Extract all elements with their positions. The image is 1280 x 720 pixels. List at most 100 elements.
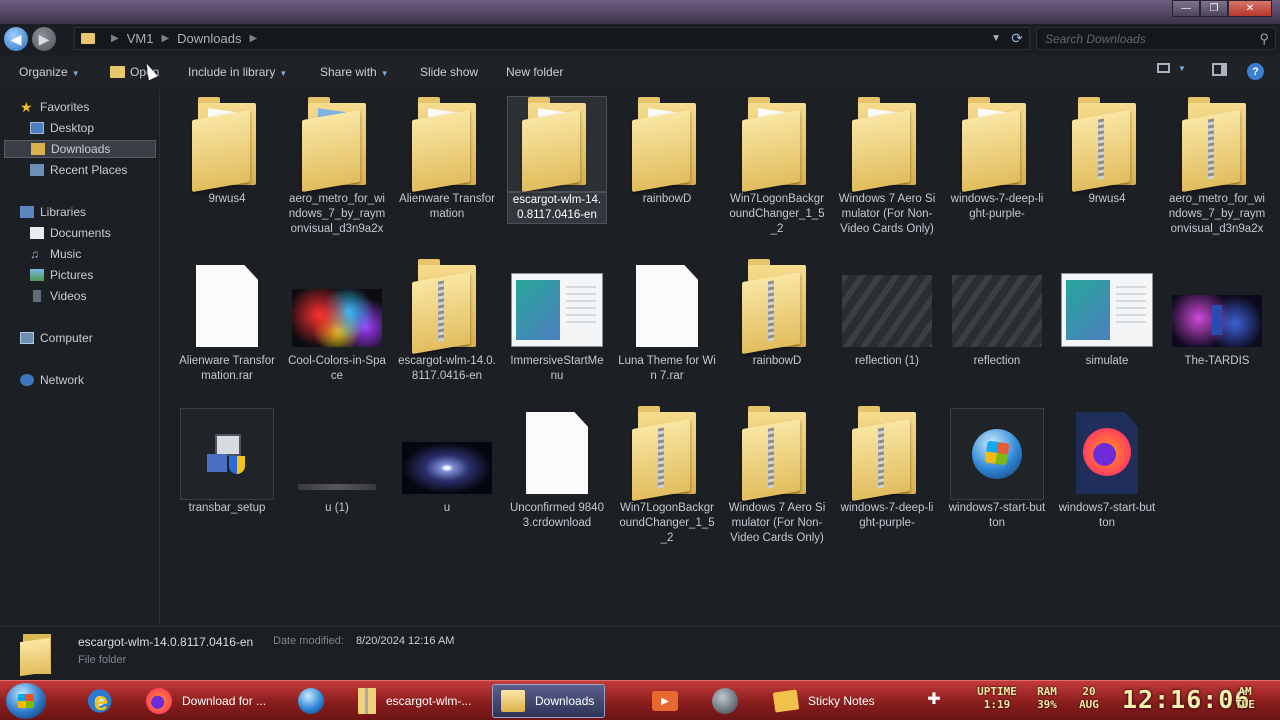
- image-preview: [298, 484, 376, 490]
- nav-libraries[interactable]: Libraries: [20, 203, 86, 221]
- nav-recent-places[interactable]: Recent Places: [30, 161, 127, 179]
- file-item[interactable]: Alienware Transformation: [397, 96, 497, 222]
- file-item[interactable]: windows7-start-button: [947, 405, 1047, 531]
- file-item[interactable]: aero_metro_for_windows_7_by_raymonvisual…: [1167, 96, 1267, 237]
- doc-thumb: [177, 258, 277, 354]
- forward-button[interactable]: ▶: [32, 27, 56, 51]
- help-button[interactable]: ?: [1247, 63, 1264, 80]
- zip-thumb: [397, 258, 497, 355]
- computer-icon: [20, 332, 34, 344]
- preview-pane-toggle[interactable]: [1212, 63, 1227, 76]
- file-item[interactable]: 9rwus4: [177, 96, 277, 207]
- chevron-down-icon[interactable]: ▼: [991, 33, 1001, 44]
- nav-label: Videos: [50, 289, 87, 303]
- file-item[interactable]: ImmersiveStartMenu: [507, 258, 607, 384]
- file-item[interactable]: Luna Theme for Win 7.rar: [617, 258, 717, 384]
- chevron-down-icon: ▼: [279, 69, 288, 78]
- media-player-icon: ▶: [652, 691, 678, 711]
- file-item[interactable]: The-TARDIS: [1167, 258, 1267, 369]
- file-item[interactable]: windows7-start-button: [1057, 405, 1157, 531]
- taskbar-escargot[interactable]: escargot-wlm-...: [350, 684, 471, 718]
- folder-icon: [302, 97, 372, 193]
- refresh-icon[interactable]: ⟳: [1011, 30, 1023, 47]
- breadcrumb-downloads[interactable]: Downloads: [177, 31, 241, 46]
- file-item[interactable]: rainbowD: [617, 96, 717, 207]
- chevron-down-icon[interactable]: ▼: [1178, 64, 1186, 73]
- nav-pictures[interactable]: Pictures: [30, 266, 93, 284]
- file-name: escargot-wlm-14.0.8117.0416-en: [398, 355, 496, 382]
- maximize-button[interactable]: ❐: [1200, 0, 1228, 17]
- file-item[interactable]: windows-7-deep-light-purple-: [947, 96, 1047, 222]
- back-button[interactable]: ◀: [4, 27, 28, 51]
- file-item[interactable]: u (1): [287, 405, 387, 516]
- taskbar-downloads[interactable]: Downloads: [492, 684, 606, 718]
- document-icon: [526, 412, 588, 494]
- file-item[interactable]: reflection (1): [837, 258, 937, 369]
- share-with-button[interactable]: Share with ▼: [320, 65, 389, 79]
- file-item[interactable]: Win7LogonBackgroundChanger_1_5_2: [727, 96, 827, 237]
- nav-downloads[interactable]: Downloads: [4, 140, 156, 158]
- file-item[interactable]: 9rwus4: [1057, 96, 1157, 207]
- nav-documents[interactable]: Documents: [30, 224, 111, 242]
- nav-label: Pictures: [50, 268, 94, 282]
- search-input[interactable]: Search Downloads ⚲: [1036, 27, 1276, 50]
- file-item[interactable]: transbar_setup: [177, 405, 277, 516]
- file-item[interactable]: Windows 7 Aero Simulator (For Non-Video …: [727, 405, 827, 546]
- file-item[interactable]: aero_metro_for_windows_7_by_raymonvisual…: [287, 96, 387, 237]
- folder-thumb: [837, 96, 937, 193]
- start-button[interactable]: [6, 683, 46, 719]
- taskbar-firefox[interactable]: Download for ...: [138, 684, 266, 718]
- organize-label: Organize: [19, 65, 68, 79]
- ampm: AM: [1238, 685, 1252, 698]
- minimize-button[interactable]: —: [1172, 0, 1200, 17]
- file-item[interactable]: escargot-wlm-14.0.8117.0416-en: [397, 258, 497, 384]
- file-item[interactable]: u: [397, 405, 497, 516]
- file-name: u: [443, 502, 451, 514]
- taskbar-globe[interactable]: [704, 684, 748, 718]
- show-hidden-icons-button[interactable]: ✚: [924, 690, 944, 710]
- close-button[interactable]: ✕: [1228, 0, 1272, 17]
- nav-desktop[interactable]: Desktop: [30, 119, 94, 137]
- help-icon[interactable]: ?: [1247, 63, 1264, 80]
- file-name: Alienware Transformation: [399, 193, 495, 220]
- taskbar-media[interactable]: ▶: [644, 684, 688, 718]
- image-preview: [952, 275, 1042, 347]
- uptime-label: UPTIME: [977, 685, 1017, 698]
- file-item[interactable]: windows-7-deep-light-purple-: [837, 405, 937, 531]
- slide-show-button[interactable]: Slide show: [420, 65, 478, 79]
- nav-favorites[interactable]: ★ Favorites: [20, 98, 89, 116]
- address-bar[interactable]: ▶ VM1 ▶ Downloads ▶ ▼ ⟳: [74, 27, 1030, 50]
- breadcrumb-vm1[interactable]: VM1: [127, 31, 154, 46]
- file-item[interactable]: Win7LogonBackgroundChanger_1_5_2: [617, 405, 717, 546]
- nav-computer[interactable]: Computer: [20, 329, 93, 347]
- file-item[interactable]: Cool-Colors-in-Space: [287, 258, 387, 384]
- file-item[interactable]: Unconfirmed 98403.crdownload: [507, 405, 607, 531]
- zip-thumb: [617, 405, 717, 502]
- preview-pane-icon[interactable]: [1212, 63, 1227, 76]
- file-item[interactable]: reflection: [947, 258, 1047, 369]
- new-folder-button[interactable]: New folder: [506, 65, 563, 79]
- view-options[interactable]: ▼: [1157, 63, 1186, 73]
- file-item-selected[interactable]: escargot-wlm-14.0.8117.0416-en: [507, 96, 607, 224]
- file-item[interactable]: Alienware Transformation.rar: [177, 258, 277, 384]
- organize-button[interactable]: Organize ▼: [19, 65, 80, 79]
- nav-music[interactable]: ♫ Music: [30, 245, 81, 263]
- windows-orb-icon: [972, 429, 1022, 479]
- file-item[interactable]: Windows 7 Aero Simulator (For Non-Video …: [837, 96, 937, 237]
- search-icon[interactable]: ⚲: [1259, 31, 1269, 47]
- folder-icon: [412, 97, 482, 193]
- taskbar-ie[interactable]: e: [80, 684, 124, 718]
- folder-icon: [192, 97, 262, 193]
- zip-thumb: [727, 258, 827, 355]
- chevron-right-icon: ▶: [249, 33, 258, 44]
- include-in-library-button[interactable]: Include in library ▼: [188, 65, 287, 79]
- view-icon[interactable]: [1157, 63, 1170, 73]
- taskbar-orb-app[interactable]: [290, 684, 334, 718]
- folder-thumb: [397, 96, 497, 193]
- nav-videos[interactable]: Videos: [30, 287, 86, 305]
- file-item[interactable]: simulate: [1057, 258, 1157, 369]
- file-item[interactable]: rainbowD: [727, 258, 827, 369]
- nav-network[interactable]: Network: [20, 371, 84, 389]
- zip-thumb: [837, 405, 937, 502]
- taskbar-sticky-notes[interactable]: Sticky Notes: [766, 684, 875, 718]
